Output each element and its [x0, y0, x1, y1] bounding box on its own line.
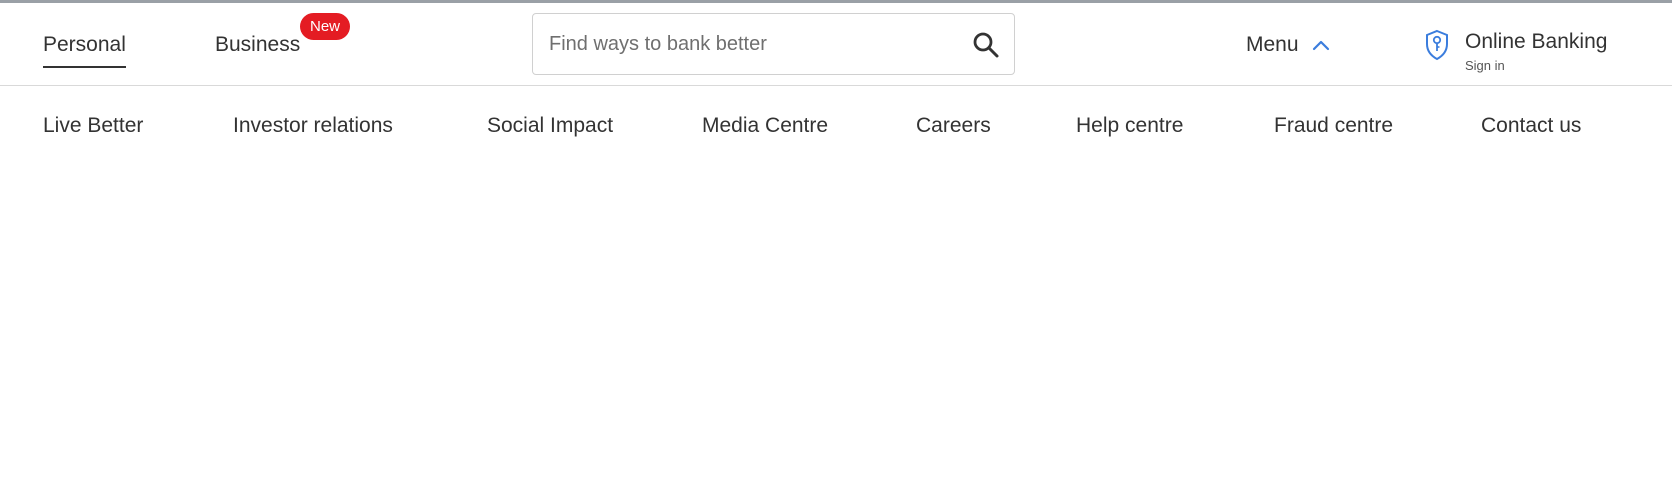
online-banking-signin[interactable]: Online Banking Sign in	[1465, 30, 1607, 73]
nav-investor-relations[interactable]: Investor relations	[233, 114, 393, 138]
search-input[interactable]	[549, 14, 949, 74]
tab-business[interactable]: Business	[215, 33, 300, 57]
tab-personal[interactable]: Personal	[43, 33, 126, 68]
new-badge: New	[300, 13, 351, 40]
online-banking-title: Online Banking	[1465, 30, 1608, 53]
site-header: Personal Business New Menu Online Bankin…	[0, 3, 1672, 86]
nav-help-centre[interactable]: Help centre	[1076, 114, 1183, 138]
shield-key-icon	[1424, 29, 1450, 61]
nav-live-better[interactable]: Live Better	[43, 114, 143, 138]
nav-contact-us[interactable]: Contact us	[1481, 114, 1581, 138]
secondary-nav: Live Better Investor relations Social Im…	[0, 86, 1672, 166]
nav-media-centre[interactable]: Media Centre	[702, 114, 828, 138]
menu-button[interactable]: Menu	[1246, 33, 1299, 57]
search-icon[interactable]	[971, 30, 1001, 60]
nav-fraud-centre[interactable]: Fraud centre	[1274, 114, 1393, 138]
nav-social-impact[interactable]: Social Impact	[487, 114, 613, 138]
sign-in-label: Sign in	[1465, 58, 1505, 73]
nav-careers[interactable]: Careers	[916, 114, 991, 138]
chevron-up-icon[interactable]	[1311, 38, 1331, 52]
search-box	[532, 13, 1015, 75]
